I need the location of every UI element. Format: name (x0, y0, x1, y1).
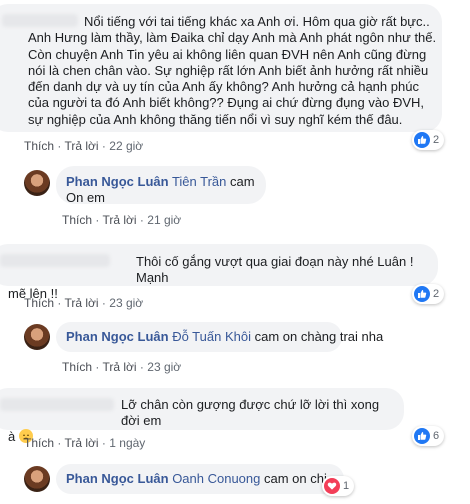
reply-link[interactable]: Trả lời (102, 213, 136, 227)
author-name[interactable]: Phan Ngọc Luân (66, 471, 169, 486)
reply-link[interactable]: Trả lời (64, 436, 98, 450)
comment-text: Thôi cố gắng vượt qua giai đoạn này nhé … (0, 254, 440, 302)
comment-line: Lỡ chân còn gượng được chứ lỡ lời thì xo… (121, 397, 380, 428)
timestamp[interactable]: 23 giờ (109, 296, 143, 310)
reply-text: Phan Ngọc Luân Đỗ Tuấn Khôi cam on chàng… (66, 329, 383, 345)
like-link[interactable]: Thích (62, 213, 92, 227)
timestamp[interactable]: 21 giờ (147, 213, 181, 227)
comment-text: Nổi tiếng với tai tiếng khác xa Anh ơi. … (28, 14, 448, 128)
comment-line: của người ta đó Anh biết không?? Đụng ai… (28, 95, 425, 111)
mention-tag[interactable]: Đỗ Tuấn Khôi (172, 329, 251, 344)
like-link[interactable]: Thích (62, 360, 92, 374)
avatar[interactable] (24, 466, 50, 492)
reply-text: Phan Ngọc Luân Tiên Trần cam On em (66, 174, 255, 206)
timestamp[interactable]: 22 giờ (109, 139, 143, 153)
reply-link[interactable]: Trả lời (102, 360, 136, 374)
avatar[interactable] (24, 324, 50, 350)
reply-text: Phan Ngọc Luân Oanh Conuong cam on chi (66, 471, 327, 487)
mention-tag[interactable]: Oanh Conuong (172, 471, 260, 486)
reaction-count[interactable]: 1 (322, 476, 355, 496)
author-name[interactable]: Phan Ngọc Luân (66, 174, 169, 189)
like-link[interactable]: Thích (24, 139, 54, 153)
reply-content: cam on chi (264, 471, 327, 486)
comment-actions: Thích · Trả lời · 1 ngày (24, 436, 146, 450)
comment-line: nói là chen chân vào. Sự nghiệp rất lớn … (28, 62, 429, 78)
reaction-count[interactable]: 2 (412, 284, 445, 304)
reaction-count[interactable]: 2 (412, 130, 445, 150)
comment-line: Anh Hưng làm thầy, làm Đaika chỉ dạy Anh… (28, 30, 437, 46)
like-reaction-icon (414, 286, 430, 302)
reply-actions: Thích · Trả lời · 21 giờ (62, 213, 182, 227)
comment-line: đến danh dự và uy tín của Anh ấy không? … (28, 79, 419, 95)
timestamp[interactable]: 23 giờ (147, 360, 181, 374)
comment-line: sự nghiệp của Anh không thăng tiến nổi v… (28, 111, 403, 127)
comment-line: à (8, 429, 16, 444)
like-link[interactable]: Thích (24, 436, 54, 450)
reply-content: On em (66, 190, 106, 205)
comment-line: Nổi tiếng với tai tiếng khác xa Anh ơi. … (84, 14, 430, 29)
like-reaction-icon (414, 428, 430, 444)
reply-content: cam (230, 174, 255, 189)
reply-actions: Thích · Trả lời · 23 giờ (62, 360, 182, 374)
like-link[interactable]: Thích (24, 296, 54, 310)
comment-actions: Thích · Trả lời · 22 giờ (24, 139, 144, 153)
comment-line: Thôi cố gắng vượt qua giai đoạn này nhé … (136, 254, 414, 285)
reply-link[interactable]: Trả lời (64, 296, 98, 310)
heart-reaction-icon (324, 478, 340, 494)
avatar[interactable] (24, 170, 50, 196)
mention-tag[interactable]: Tiên Trần (172, 174, 226, 189)
reply-content: cam on chàng trai nha (254, 329, 384, 344)
like-reaction-icon (414, 132, 430, 148)
reaction-count[interactable]: 6 (412, 426, 445, 446)
comment-actions: Thích · Trả lời · 23 giờ (24, 296, 144, 310)
timestamp[interactable]: 1 ngày (109, 436, 145, 450)
author-name[interactable]: Phan Ngọc Luân (66, 329, 169, 344)
comment-line: Còn chuyện Anh Tin yêu ai không liên qua… (28, 46, 427, 62)
reply-link[interactable]: Trả lời (64, 139, 98, 153)
